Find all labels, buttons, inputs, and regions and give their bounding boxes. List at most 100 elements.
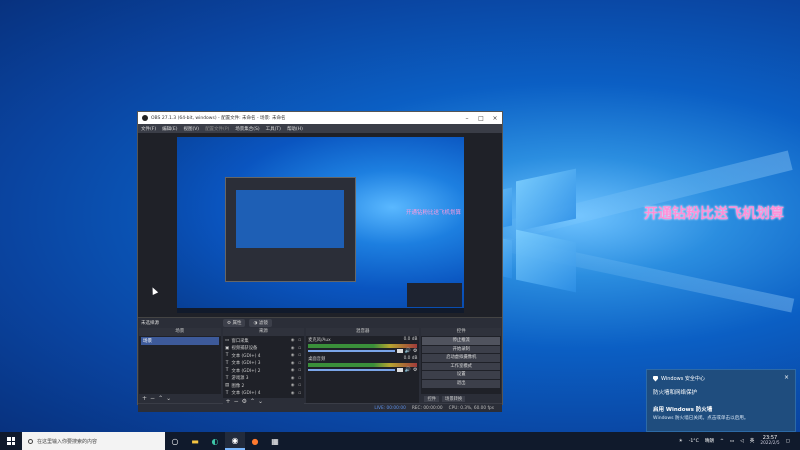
- eye-icon[interactable]: ◉: [290, 346, 295, 351]
- source-item[interactable]: T 文本 (GDI+) 4 ◉ ▫: [225, 390, 303, 398]
- task-view-icon[interactable]: ○: [165, 432, 185, 450]
- preview-canvas[interactable]: 开通钻粉比送飞机划算: [177, 137, 464, 313]
- settings-button[interactable]: 设置: [422, 371, 500, 379]
- lock-icon[interactable]: ▫: [297, 346, 302, 351]
- speaker-icon[interactable]: 🔊: [405, 348, 411, 354]
- eye-icon[interactable]: ◉: [290, 383, 295, 388]
- menu-view[interactable]: 视图(V): [183, 126, 199, 132]
- lock-icon[interactable]: ▫: [297, 338, 302, 343]
- controls-dock: 控件 停止推流 开始录制 启动虚拟摄像机 工作室模式 设置 退出 控件 场景转换: [421, 328, 501, 403]
- eye-icon[interactable]: ◉: [290, 338, 295, 343]
- obs-taskbar-icon[interactable]: ◉: [225, 432, 245, 450]
- source-item[interactable]: ▣ 视频捕获设备 ◉ ▫: [225, 345, 303, 353]
- minimize-icon[interactable]: –: [460, 115, 474, 122]
- file-explorer-icon[interactable]: ▬: [185, 432, 205, 450]
- remove-icon[interactable]: −: [150, 395, 155, 402]
- lock-icon[interactable]: ▫: [297, 376, 302, 381]
- exit-button[interactable]: 退出: [422, 379, 500, 388]
- rec-status: REC: 00:00:00: [411, 405, 443, 411]
- obs-menubar: 文件(F) 编辑(E) 视图(V) 配置文件(P) 场景集合(S) 工具(T) …: [138, 124, 502, 133]
- chevron-up-icon[interactable]: ^: [720, 439, 724, 444]
- preview-area[interactable]: 开通钻粉比送飞机划算: [138, 133, 502, 317]
- close-icon[interactable]: ×: [488, 115, 502, 122]
- remove-icon[interactable]: −: [234, 398, 239, 405]
- source-name: 视频捕获设备: [231, 346, 258, 352]
- sources-dock: 来源 ▭ 窗口采集 ◉ ▫ ▣ 视频捕获设备 ◉ ▫ T 文本 (GDI+) 4 ◉ ▫ T 文本 …: [222, 328, 305, 405]
- stop-streaming-button[interactable]: 停止推流: [422, 337, 500, 345]
- move-up-icon[interactable]: ⌃: [158, 395, 163, 402]
- source-item[interactable]: ▭ 窗口采集 ◉ ▫: [225, 337, 303, 345]
- lock-icon[interactable]: ▫: [297, 361, 302, 366]
- menu-help[interactable]: 帮助(H): [287, 126, 303, 132]
- lock-icon[interactable]: ▫: [297, 391, 302, 396]
- studio-mode-button[interactable]: 工作室模式: [422, 362, 500, 371]
- firefox-icon[interactable]: ●: [245, 432, 265, 450]
- docks-row: 场景 场景 + − ⌃ ⌄ 来源 ▭ 窗口采集 ◉ ▫ ▣ 视频捕获设备 ◉ ▫ T 文本 (…: [138, 328, 502, 405]
- source-item[interactable]: T 文本 (GDI+) 4 ◉ ▫: [225, 352, 303, 360]
- maximize-icon[interactable]: □: [474, 115, 488, 122]
- source-item[interactable]: T 文本 (GDI+) 3 ◉ ▫: [225, 360, 303, 368]
- scene-item[interactable]: 场景: [141, 337, 219, 345]
- menu-tools[interactable]: 工具(T): [266, 126, 281, 132]
- move-down-icon[interactable]: ⌄: [258, 398, 263, 405]
- security-notification[interactable]: Windows 安全中心 × 防火墙和网络保护 启用 Windows 防火墙 W…: [646, 369, 796, 432]
- edge-icon[interactable]: ◐: [205, 432, 225, 450]
- text-icon: T: [225, 375, 229, 381]
- add-icon[interactable]: +: [226, 398, 231, 405]
- eye-icon[interactable]: ◉: [290, 368, 295, 373]
- network-icon[interactable]: ▭: [730, 439, 734, 444]
- menu-edit[interactable]: 编辑(E): [162, 126, 177, 132]
- start-recording-button[interactable]: 开始录制: [422, 345, 500, 354]
- eye-icon[interactable]: ◉: [290, 353, 295, 358]
- tray-label[interactable]: 晴朗: [705, 438, 714, 444]
- mixer-dock: 混音器 麦克风/Aux 0.0 dB 🔊 ⚙ 桌面音频 0.0 dB 🔊 ⚙: [306, 328, 420, 403]
- add-icon[interactable]: +: [142, 395, 147, 402]
- search-placeholder: 在这里输入你要搜索的内容: [37, 438, 98, 445]
- eye-icon[interactable]: ◉: [290, 391, 295, 396]
- source-item[interactable]: ▤ 图像 2 ◉ ▫: [225, 382, 303, 390]
- start-virtual-camera-button[interactable]: 启动虚拟摄像机: [422, 354, 500, 362]
- ime-indicator[interactable]: 英: [750, 438, 755, 444]
- speaker-icon[interactable]: 🔊: [405, 367, 411, 373]
- filters-button[interactable]: ◑ 滤镜: [249, 319, 272, 327]
- gear-icon[interactable]: ⚙: [242, 398, 247, 405]
- status-bar: LIVE: 00:00:00 REC: 00:00:00 CPU: 0.3%, …: [138, 403, 502, 412]
- volume-slider[interactable]: [308, 350, 395, 352]
- text-icon: T: [225, 353, 229, 359]
- taskbar: 在这里输入你要搜索的内容 ○ ▬ ◐ ◉ ● ▦ ☀ -1°C 晴朗 ^ ▭ ◁…: [0, 432, 800, 450]
- source-item[interactable]: T 游戏源 3 ◉ ▫: [225, 375, 303, 383]
- lock-icon[interactable]: ▫: [297, 353, 302, 358]
- taskbar-search[interactable]: 在这里输入你要搜索的内容: [22, 432, 165, 450]
- volume-icon[interactable]: ◁: [740, 439, 744, 444]
- lock-icon[interactable]: ▫: [297, 368, 302, 373]
- tab-controls[interactable]: 控件: [424, 395, 440, 402]
- move-up-icon[interactable]: ⌃: [250, 398, 255, 405]
- menu-scene-collection[interactable]: 场景集合(S): [235, 126, 259, 132]
- notification-center-icon[interactable]: ▢: [786, 439, 790, 444]
- scenes-header: 场景: [139, 328, 221, 336]
- obs-window[interactable]: OBS 27.1.3 (64-bit, windows) - 配置文件: 未命名…: [137, 111, 503, 412]
- properties-button[interactable]: ⚙ 属性: [223, 319, 246, 327]
- image-icon: ▤: [225, 383, 230, 389]
- scenes-dock: 场景 场景 + − ⌃ ⌄: [139, 328, 221, 403]
- volume-slider[interactable]: [308, 369, 395, 371]
- menu-file[interactable]: 文件(F): [141, 126, 156, 132]
- close-icon[interactable]: ×: [784, 374, 789, 381]
- app-icon[interactable]: ▦: [265, 432, 285, 450]
- volume-slider-knob[interactable]: [396, 368, 403, 372]
- weather-temp[interactable]: -1°C: [689, 439, 699, 444]
- move-down-icon[interactable]: ⌄: [166, 395, 171, 402]
- source-item[interactable]: T 文本 (GDI+) 2 ◉ ▫: [225, 367, 303, 375]
- source-name: 文本 (GDI+) 4: [231, 353, 261, 359]
- start-button[interactable]: [0, 432, 22, 450]
- eye-icon[interactable]: ◉: [290, 376, 295, 381]
- volume-slider-knob[interactable]: [396, 349, 403, 353]
- clock[interactable]: 23:57 2022/2/5: [760, 435, 779, 447]
- obs-titlebar[interactable]: OBS 27.1.3 (64-bit, windows) - 配置文件: 未命名…: [138, 112, 502, 124]
- menu-profile[interactable]: 配置文件(P): [205, 126, 229, 132]
- lock-icon[interactable]: ▫: [297, 383, 302, 388]
- tab-scene-transitions[interactable]: 场景转换: [442, 395, 466, 402]
- gear-icon[interactable]: ⚙: [413, 348, 417, 354]
- eye-icon[interactable]: ◉: [290, 361, 295, 366]
- gear-icon[interactable]: ⚙: [413, 367, 417, 373]
